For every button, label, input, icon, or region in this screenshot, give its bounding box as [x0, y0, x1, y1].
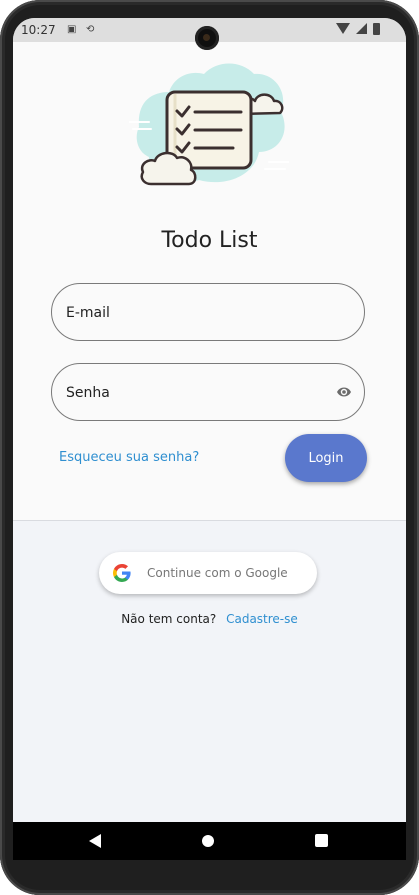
a-icon: ▣	[67, 24, 77, 35]
wifi-icon	[336, 23, 350, 34]
google-signin-button[interactable]: Continue com o Google	[99, 552, 317, 594]
sync-icon: ⟲	[86, 24, 95, 35]
google-button-label: Continue com o Google	[147, 566, 288, 580]
front-camera	[195, 26, 219, 50]
google-icon	[113, 564, 131, 582]
eye-icon[interactable]	[336, 386, 352, 398]
recent-apps-icon[interactable]	[315, 834, 328, 847]
device-frame: 10:27 ▣ ⟲ Todo List E-mail Esqueceu sua …	[0, 0, 419, 895]
battery-icon	[373, 23, 380, 35]
signup-link[interactable]: Cadastre-se	[226, 612, 298, 626]
signup-row: Não tem conta? Cadastre-se	[13, 612, 406, 626]
forgot-password-link[interactable]: Esqueceu sua senha?	[59, 450, 199, 465]
home-icon[interactable]	[202, 835, 214, 847]
status-icons	[336, 23, 380, 35]
app-screen: 10:27 ▣ ⟲ Todo List E-mail Esqueceu sua …	[13, 18, 406, 860]
email-input[interactable]	[64, 284, 338, 342]
status-time: 10:27	[21, 23, 56, 37]
password-field[interactable]	[51, 363, 365, 422]
login-button[interactable]: Login	[285, 434, 367, 482]
todo-illustration	[129, 63, 289, 186]
email-field[interactable]	[51, 283, 365, 342]
signal-icon	[356, 23, 367, 34]
signup-prompt: Não tem conta?	[121, 612, 217, 626]
system-nav-bar	[13, 822, 406, 860]
back-icon[interactable]	[89, 834, 101, 848]
app-title: Todo List	[161, 228, 258, 253]
password-input[interactable]	[64, 364, 338, 422]
